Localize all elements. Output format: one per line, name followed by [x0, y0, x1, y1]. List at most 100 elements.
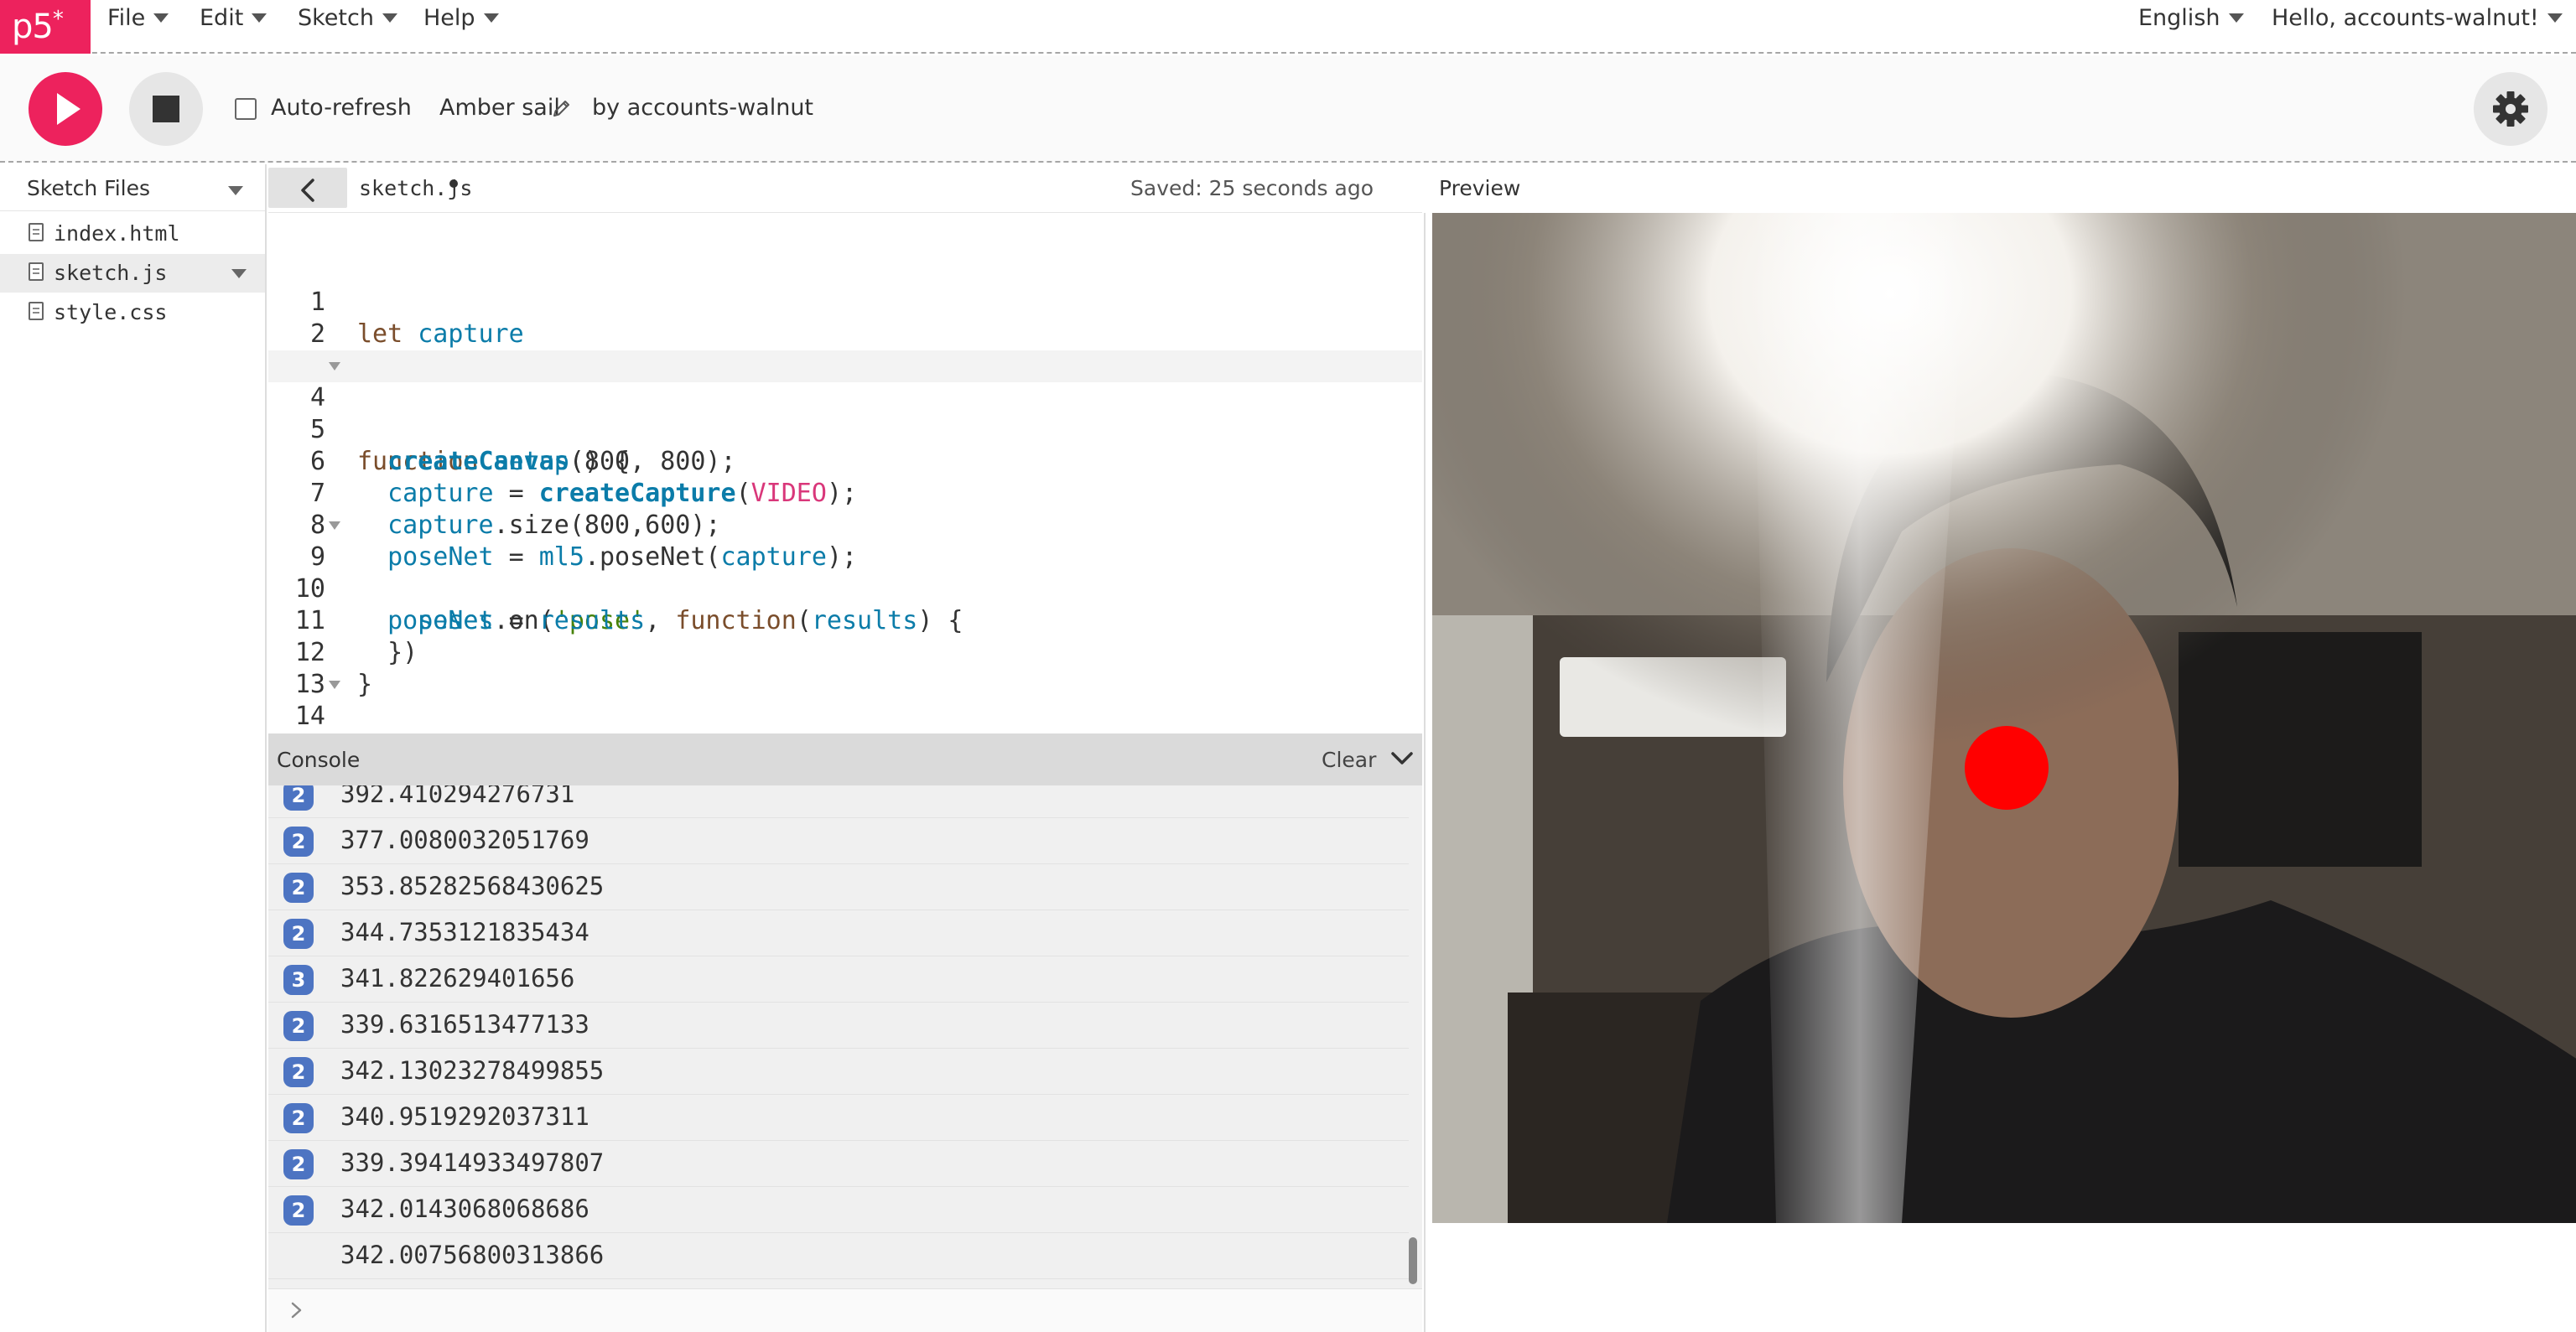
fold-icon[interactable]: [329, 362, 340, 371]
console-message: 353.85282568430625: [340, 872, 605, 900]
file-item-style-css[interactable]: style.css: [0, 293, 265, 332]
play-icon: [57, 93, 80, 125]
console-message: 342.00756800313866: [340, 1241, 605, 1269]
pencil-icon[interactable]: [552, 98, 572, 118]
console-entry: 2 377.0080032051769: [268, 818, 1409, 864]
sidebar-title: Sketch Files: [27, 176, 151, 200]
console-clear-button[interactable]: Clear: [1322, 748, 1376, 772]
unsaved-indicator: [449, 179, 458, 188]
sketch-owner: by accounts-walnut: [592, 95, 814, 121]
code-line[interactable]: 6 capture = createCapture(VIDEO);: [268, 414, 1422, 508]
chevron-down-icon: [382, 13, 397, 23]
console-message: 344.7353121835434: [340, 918, 589, 946]
file-name: sketch.js: [54, 261, 168, 285]
code-line[interactable]: 8 poseNet = ml5.poseNet(capture);: [268, 478, 1422, 572]
code-line-active[interactable]: 4 function setup() {: [268, 350, 1422, 476]
auto-refresh-label[interactable]: Auto-refresh: [271, 95, 412, 121]
repeat-count-badge: 3: [283, 965, 314, 995]
console-message: 377.0080032051769: [340, 826, 589, 854]
menu-help[interactable]: Help: [423, 0, 499, 37]
chevron-down-icon[interactable]: [1390, 750, 1414, 767]
repeat-count-badge: 2: [283, 919, 314, 949]
console-entry: 2 342.13023278499855: [268, 1049, 1409, 1095]
file-icon: [29, 223, 44, 241]
stop-button[interactable]: [129, 72, 203, 146]
chevron-down-icon: [2547, 13, 2563, 23]
logo-asterisk: *: [52, 7, 64, 32]
menu-sketch[interactable]: Sketch: [298, 0, 397, 37]
console-entry: 2 339.39414933497807: [268, 1141, 1409, 1187]
console-message: 342.0143068068686: [340, 1195, 589, 1223]
file-icon: [29, 302, 44, 320]
repeat-count-badge: 2: [283, 1103, 314, 1133]
chevron-down-icon[interactable]: [228, 186, 243, 195]
light-glare: [1432, 213, 2576, 1223]
repeat-count-badge: 2: [283, 827, 314, 857]
language-label: English: [2138, 5, 2220, 31]
repeat-count-badge: 2: [283, 1057, 314, 1087]
menu-file-label: File: [107, 5, 146, 31]
file-item-index-html[interactable]: index.html: [0, 215, 265, 253]
settings-button[interactable]: [2474, 72, 2547, 146]
user-menu[interactable]: Hello, accounts-walnut!: [2272, 0, 2563, 37]
webcam-canvas[interactable]: [1432, 213, 2576, 1223]
menu-sketch-label: Sketch: [298, 5, 374, 31]
play-button[interactable]: [29, 72, 102, 146]
chevron-down-icon: [252, 13, 267, 23]
sketch-name[interactable]: Amber sail: [439, 95, 560, 121]
toolbar: Auto-refresh Amber sail by accounts-waln…: [0, 55, 2576, 163]
console-input[interactable]: [268, 1288, 1422, 1332]
console-message: 339.39414933497807: [340, 1148, 605, 1177]
menu-help-label: Help: [423, 5, 475, 31]
chevron-left-icon: [301, 179, 314, 202]
menu-edit-label: Edit: [200, 5, 244, 31]
language-menu[interactable]: English: [2138, 0, 2244, 37]
code-line[interactable]: 14 function draw() {: [268, 669, 1422, 731]
collapse-sidebar-button[interactable]: [268, 168, 347, 208]
chevron-down-icon[interactable]: [231, 269, 247, 278]
user-greeting: Hello, accounts-walnut!: [2272, 5, 2539, 31]
fold-icon[interactable]: [329, 681, 340, 689]
console-output[interactable]: 2 392.410294276731 2 377.0080032051769 2…: [268, 785, 1422, 1288]
preview-title: Preview: [1439, 176, 1521, 200]
code-line[interactable]: 2 let poses = []: [268, 287, 1422, 381]
console-title: Console: [277, 748, 361, 772]
code-line[interactable]: 15 image(capture, 0, 0, 800, 600): [268, 701, 1422, 733]
gear-icon: [2493, 91, 2528, 127]
saved-status: Saved: 25 seconds ago: [1130, 176, 1374, 200]
code-editor[interactable]: 1 let capture 2 let poses = [] 3 4 funct…: [268, 213, 1422, 733]
repeat-count-badge: 2: [283, 785, 314, 811]
console-message: 392.410294276731: [340, 785, 575, 808]
console-entry: 342.00756800313866: [268, 1233, 1409, 1279]
preview-frame[interactable]: [1424, 213, 2576, 1332]
code-line[interactable]: 11 }): [268, 573, 1422, 667]
console-scrollbar[interactable]: [1409, 1237, 1417, 1284]
code-line[interactable]: 10 poses = results: [268, 542, 1422, 635]
p5-logo[interactable]: p5*: [0, 0, 91, 54]
code-line[interactable]: 7 capture.size(800,600);: [268, 446, 1422, 540]
stop-icon: [153, 96, 179, 122]
console-message: 340.9519292037311: [340, 1102, 589, 1131]
fold-icon[interactable]: [329, 521, 340, 530]
chevron-down-icon: [153, 13, 169, 23]
menu-file[interactable]: File: [107, 0, 169, 37]
file-item-sketch-js[interactable]: sketch.js: [0, 254, 265, 293]
code-line[interactable]: 9 poseNet.on('pose', function(results) {: [268, 510, 1422, 635]
repeat-count-badge: 2: [283, 1149, 314, 1179]
sketch-files-sidebar: Sketch Files index.html sketch.js style.…: [0, 164, 267, 1332]
repeat-count-badge: 2: [283, 873, 314, 903]
file-name: style.css: [54, 300, 168, 324]
code-line[interactable]: 3: [268, 319, 1422, 381]
console-entry: 2 344.7353121835434: [268, 910, 1409, 956]
sidebar-header[interactable]: Sketch Files: [0, 164, 265, 211]
logo-text: p5: [12, 8, 54, 46]
preview-header: Preview: [1424, 164, 2576, 213]
auto-refresh-checkbox[interactable]: [235, 98, 257, 120]
nose-marker: [1965, 726, 2049, 810]
console-entry: 2 342.0143068068686: [268, 1187, 1409, 1233]
code-line[interactable]: 13: [268, 637, 1422, 699]
code-line[interactable]: 12 }: [268, 605, 1422, 699]
menu-edit[interactable]: Edit: [200, 0, 267, 37]
code-line[interactable]: 5 createCanvas(800, 800);: [268, 382, 1422, 476]
code-line[interactable]: 1 let capture: [268, 255, 1422, 349]
